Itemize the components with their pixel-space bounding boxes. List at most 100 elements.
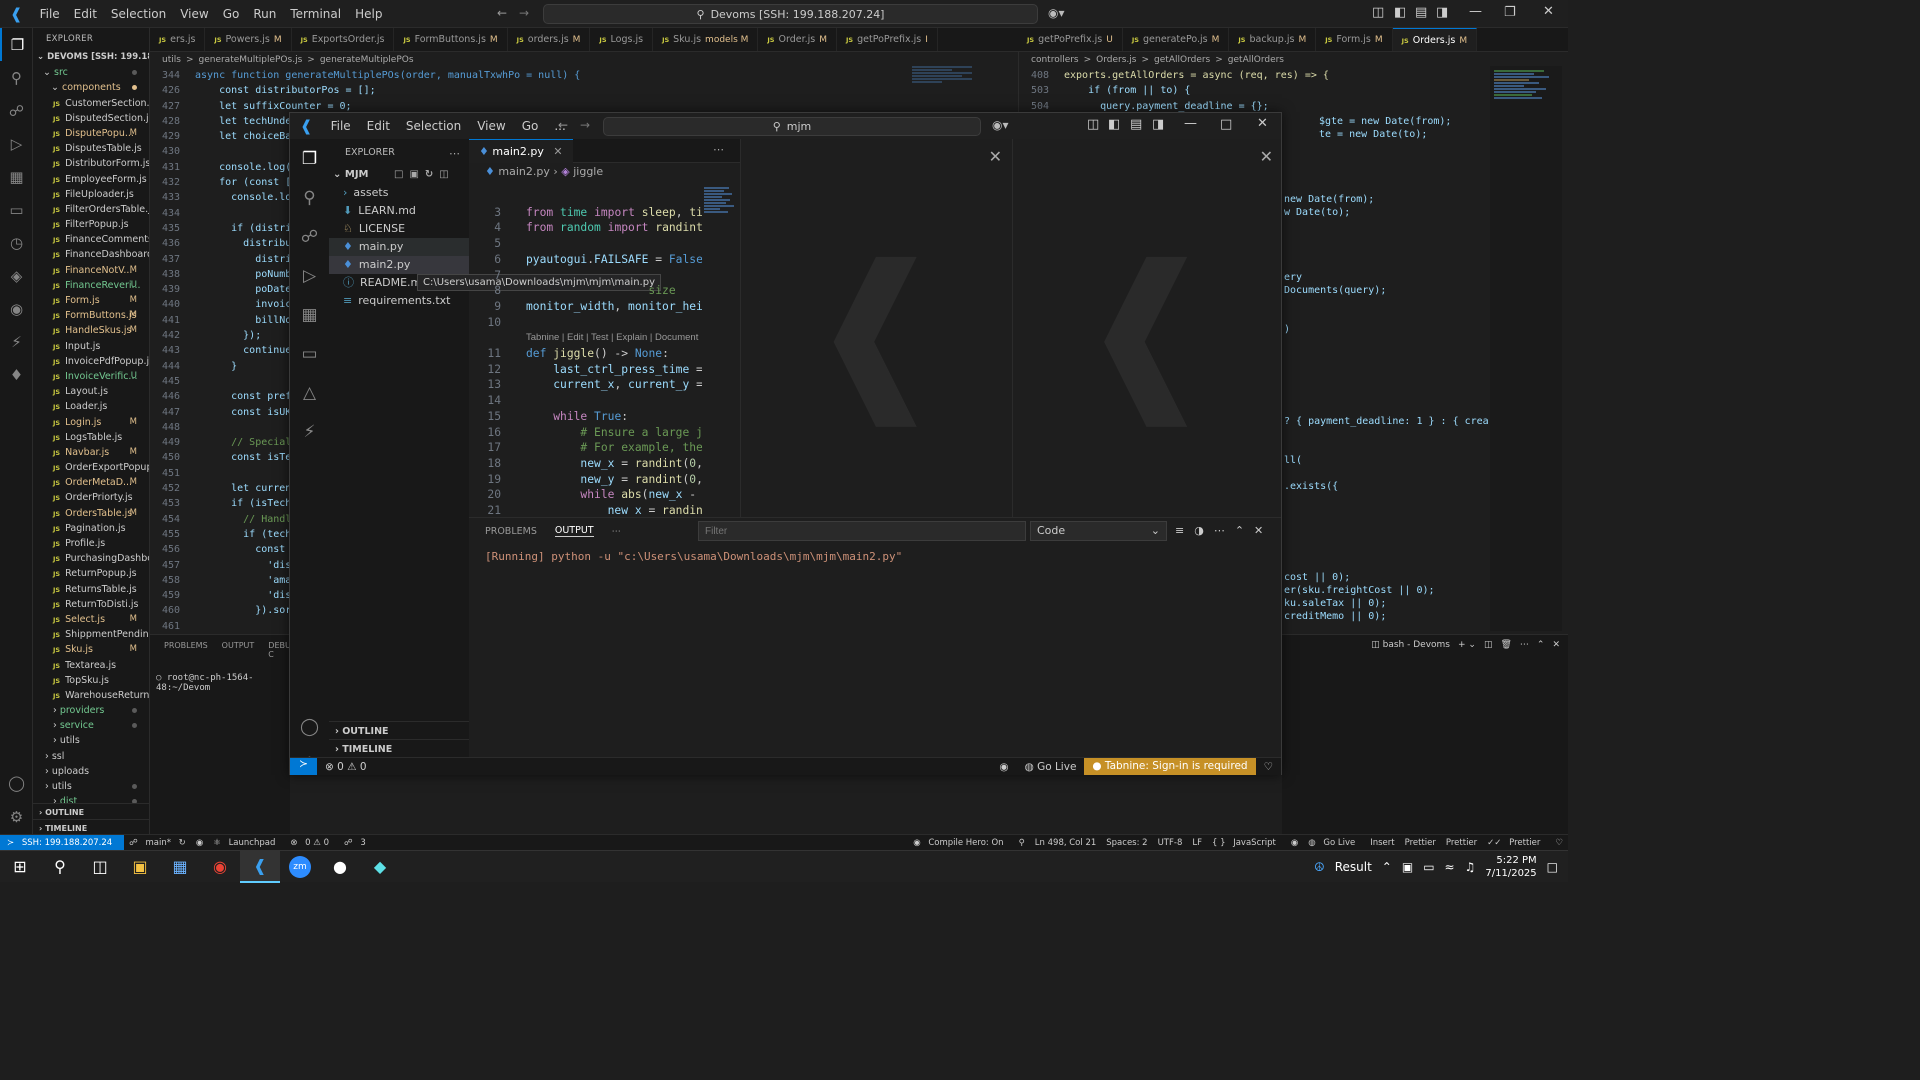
language-mode[interactable]: { } JavaScript [1207,838,1286,848]
task-view-icon[interactable]: ◫ [80,851,120,883]
inner-menu-item[interactable]: Edit [359,119,398,133]
editor-tab[interactable]: JS FormButtons.js M [394,28,508,51]
file-item[interactable]: JSFinanceComments.js [33,232,149,247]
problems-indicator[interactable]: ⊗ 0 ⚠ 0 [317,761,375,773]
close-panel-icon[interactable]: ✕ [1254,524,1263,537]
editor-tab[interactable]: JS Orders.js M [1392,28,1478,51]
notifications-bell-icon[interactable]: ♡ [1256,761,1281,773]
windows-start-icon[interactable]: ⊞ [0,851,40,883]
launchpad-item[interactable]: ⚛ Launchpad [208,838,285,848]
editor-tab[interactable]: JS ers.js [150,28,206,51]
file-item[interactable]: JS FilterPopup.js [33,217,149,232]
toggle-secondary-sidebar-icon[interactable]: ◨ [1436,5,1448,20]
minimize-icon[interactable]: — [1469,4,1482,19]
file-item[interactable]: JSFinanceDashboard.js [33,247,149,262]
tray-icon[interactable]: ▣ [1402,860,1413,874]
menu-go[interactable]: Go [216,7,247,21]
file-item[interactable]: JS FilterOrdersTable.js [33,202,149,217]
copilot-icon[interactable]: ◉ [991,761,1016,773]
breadcrumb-segment[interactable]: utils [162,55,181,65]
copilot-status-icon[interactable]: ◉ [191,838,208,848]
collapse-icon[interactable]: ◫ [439,169,448,180]
file-item[interactable]: JS Select.js M [33,612,149,627]
timeline-section[interactable]: › TIMELINE [33,819,149,834]
terminal-selector[interactable]: ◫ bash - Devoms [1371,640,1450,650]
folder-item[interactable]: › providers [33,703,149,718]
line-ending[interactable]: LF [1187,838,1207,848]
battery-icon[interactable]: ▭ [1423,860,1434,874]
maximize-panel-icon[interactable]: ⌃ [1537,640,1545,650]
inner-file-item[interactable]: ♦ main.py [329,238,469,256]
file-item[interactable]: JS Login.js M [33,415,149,430]
output-filter-input[interactable] [698,521,1026,541]
inner-file-item[interactable]: ≡ requirements.txt [329,292,469,310]
forward-arrow-icon[interactable]: → [519,6,529,20]
thunder-icon[interactable]: ⚡ [290,412,329,451]
breadcrumb-segment[interactable]: Orders.js [1096,55,1136,65]
editor-tab[interactable]: JS backup.js M [1229,28,1317,51]
zoom-app-icon[interactable]: zm [280,851,320,883]
app-icon-diamond[interactable]: ◆ [360,851,400,883]
inner-code-editor[interactable]: 3from time import sleep, time4from rando… [469,189,702,515]
folder-components[interactable]: ⌄ components [33,80,149,95]
file-item[interactable]: JS OrdersTable.js M [33,506,149,521]
output-tab[interactable]: OUTPUT [554,525,594,537]
source-control-icon[interactable]: ☍ [0,94,33,127]
widget-result[interactable]: Result [1335,860,1372,874]
problems-tab[interactable]: PROBLEMS [485,526,537,537]
close-window-icon[interactable]: ✕ [1543,4,1554,19]
file-item[interactable]: JS HandleSkus.js M [33,323,149,338]
search-icon[interactable]: ⚲ [290,178,329,217]
explorer-icon[interactable]: ❐ [290,139,329,178]
folder-src[interactable]: ⌄ src [33,65,149,80]
breadcrumb-segment[interactable]: getAllOrders [1154,55,1210,65]
source-control-icon[interactable]: ☍ [290,217,329,256]
run-debug-icon[interactable]: ▷ [0,127,33,160]
breadcrumb-segment[interactable]: generateMultiplePOs.js [198,55,302,65]
back-arrow-icon[interactable]: ← [497,6,507,20]
add-terminal-icon[interactable]: + ⌄ [1458,640,1476,650]
close-window-icon[interactable]: ✕ [1257,116,1268,131]
tray-chevron-icon[interactable]: ⌃ [1382,860,1392,874]
inner-file-item[interactable]: ♘ LICENSE [329,220,469,238]
copilot-icon[interactable]: ◉▾ [992,118,1009,132]
prettier-3[interactable]: ✓✓ Prettier [1482,838,1550,848]
file-item[interactable]: JS FileUploader.js [33,187,149,202]
maximize-panel-icon[interactable]: ⌃ [1235,524,1244,537]
file-item[interactable]: JS DistributorForm.js [33,156,149,171]
file-item[interactable]: JSOrderExportPopup.js [33,460,149,475]
editor-tab[interactable]: JS Logs.js [590,28,654,51]
refresh-icon[interactable]: ↻ [425,169,433,180]
inner-menu-item[interactable]: Selection [398,119,469,133]
prettier-1[interactable]: Prettier [1400,838,1441,848]
menu-selection[interactable]: Selection [104,7,173,21]
file-item[interactable]: JS Loader.js [33,399,149,414]
accounts-icon[interactable]: ◯ [290,707,329,746]
cursor-position[interactable]: Ln 498, Col 21 [1030,838,1101,848]
minimize-icon[interactable]: — [1184,116,1197,131]
lock-icon[interactable]: ◑ [1194,524,1204,537]
go-live-button[interactable]: ◍ Go Live [1017,761,1085,773]
file-item[interactable]: JS CustomerSection.js [33,96,149,111]
breadcrumb-segment[interactable]: generateMultiplePOs [320,55,414,65]
editor-tab[interactable]: JS ExportsOrder.js [292,28,395,51]
extensions-icon[interactable]: ▦ [0,160,33,193]
vscode-taskbar-icon[interactable]: ❰ [240,850,280,883]
file-item[interactable]: JS Textarea.js [33,658,149,673]
file-item[interactable]: JS InvoiceVerific... U [33,369,149,384]
tab-main2-py[interactable]: ♦ main2.py ✕ [469,139,573,163]
go-live-button[interactable]: ◍ Go Live [1303,838,1365,848]
editor-tab[interactable]: JS generatePo.js M [1123,28,1230,51]
output-channel-select[interactable]: Code ⌄ [1030,521,1167,541]
encoding[interactable]: UTF-8 [1153,838,1188,848]
remote-indicator[interactable]: ≻ SSH: 199.188.207.24 [0,834,125,851]
folder-item[interactable]: › utils [33,779,149,794]
timeline-icon[interactable]: ◷ [0,226,33,259]
file-item[interactable]: JS DisputePopu... M [33,126,149,141]
file-item[interactable]: JS LogsTable.js [33,430,149,445]
clear-output-icon[interactable]: ≡ [1175,524,1184,537]
file-item[interactable]: JS OrderMetaD... M [33,475,149,490]
file-item[interactable]: JS FormButtons.js M [33,308,149,323]
folder-item[interactable]: › utils [33,733,149,748]
file-item[interactable]: JS OrderPriorty.js [33,490,149,505]
